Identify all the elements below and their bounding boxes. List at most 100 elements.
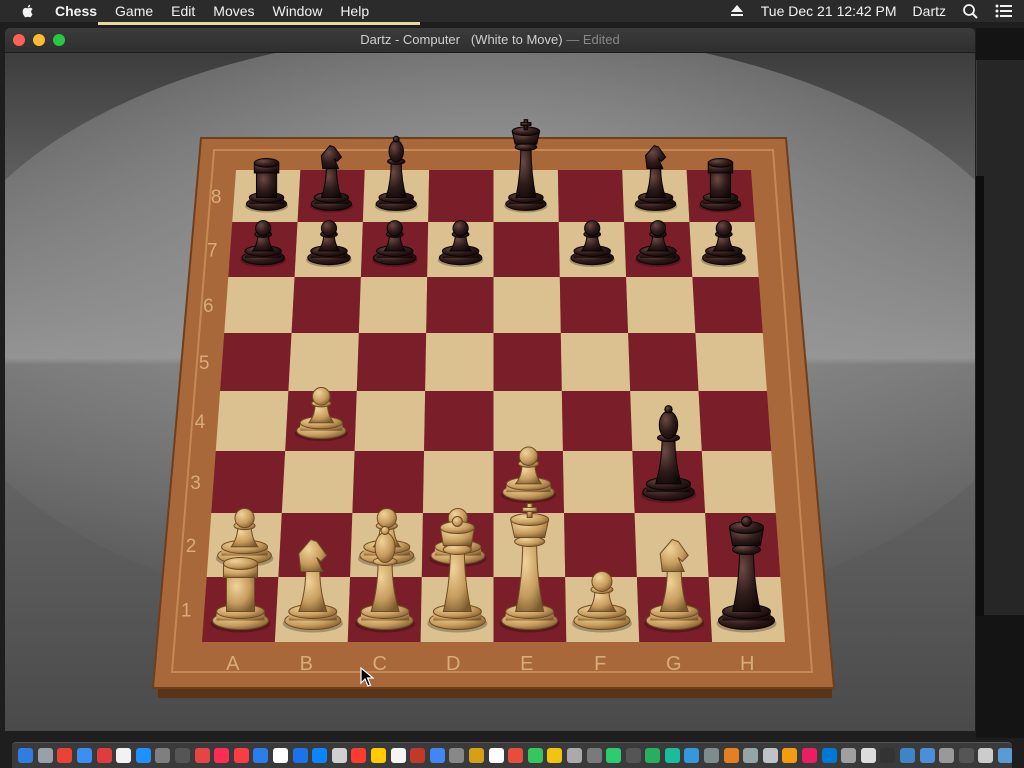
square-h4[interactable] — [698, 391, 772, 451]
dock-app-icon[interactable] — [116, 748, 132, 763]
square-c3[interactable] — [352, 451, 425, 513]
menu-moves[interactable]: Moves — [204, 0, 263, 22]
dock-app-icon[interactable] — [37, 748, 53, 763]
square-e7[interactable] — [493, 222, 560, 277]
dock-app-icon[interactable] — [860, 748, 876, 763]
apple-icon[interactable] — [20, 3, 36, 19]
search-icon[interactable] — [962, 3, 980, 19]
dock-app-icon[interactable] — [762, 748, 778, 763]
dock-app-icon[interactable] — [273, 748, 289, 763]
dock-app-icon[interactable] — [175, 748, 191, 763]
dock-app-icon[interactable] — [508, 748, 524, 763]
rank-label: 6 — [203, 296, 214, 317]
clock-date[interactable]: Tue Dec 21 — [753, 0, 837, 22]
square-a6[interactable] — [224, 277, 295, 333]
menu-edit[interactable]: Edit — [162, 0, 204, 22]
square-d4[interactable] — [424, 391, 494, 451]
notification-center-icon[interactable] — [994, 3, 1014, 19]
dock-app-icon[interactable] — [57, 748, 73, 763]
square-f5[interactable] — [560, 333, 631, 391]
menu-highlight-strip — [98, 22, 420, 25]
square-d6[interactable] — [426, 277, 494, 333]
square-b3[interactable] — [281, 451, 355, 513]
dock-app-icon[interactable] — [802, 748, 818, 763]
dock-app-icon[interactable] — [919, 748, 935, 763]
square-f4[interactable] — [561, 391, 633, 451]
square-h3[interactable] — [701, 451, 776, 513]
dock-app-icon[interactable] — [723, 748, 739, 763]
dock-app-icon[interactable] — [625, 748, 641, 763]
dock-app-icon[interactable] — [566, 748, 582, 763]
dock-app-icon[interactable] — [939, 748, 955, 763]
mouse-cursor-icon — [360, 667, 374, 687]
dock-app-icon[interactable] — [292, 748, 308, 763]
dock-app-icon[interactable] — [958, 748, 974, 763]
square-g5[interactable] — [628, 333, 699, 391]
dock-app-icon[interactable] — [645, 748, 661, 763]
menu-help[interactable]: Help — [331, 0, 378, 22]
square-f8[interactable] — [557, 170, 625, 222]
dock-app-icon[interactable] — [743, 748, 759, 763]
dock-app-icon[interactable] — [664, 748, 680, 763]
dock-app-icon[interactable] — [782, 748, 798, 763]
dock-app-icon[interactable] — [488, 748, 504, 763]
dock-app-icon[interactable] — [978, 748, 994, 763]
square-c6[interactable] — [358, 277, 428, 333]
dock-app-icon[interactable] — [351, 748, 367, 763]
dock-app-icon[interactable] — [468, 748, 484, 763]
square-f6[interactable] — [559, 277, 629, 333]
dock-app-icon[interactable] — [547, 748, 563, 763]
dock-app-icon[interactable] — [135, 748, 151, 763]
square-a5[interactable] — [220, 333, 292, 391]
dock-app-icon[interactable] — [410, 748, 426, 763]
dock-app-icon[interactable] — [684, 748, 700, 763]
dock-app-icon[interactable] — [194, 748, 210, 763]
square-b6[interactable] — [291, 277, 361, 333]
dock-app-icon[interactable] — [331, 748, 347, 763]
dock-app-icon[interactable] — [900, 748, 916, 763]
dock-app-icon[interactable] — [96, 748, 112, 763]
square-h6[interactable] — [692, 277, 763, 333]
square-d3[interactable] — [422, 451, 494, 513]
dock-app-icon[interactable] — [880, 748, 896, 763]
user-name[interactable]: Dartz — [905, 0, 954, 22]
square-e5[interactable] — [493, 333, 562, 391]
square-d5[interactable] — [425, 333, 494, 391]
dock-app-icon[interactable] — [841, 748, 857, 763]
menu-window[interactable]: Window — [264, 0, 332, 22]
square-a3[interactable] — [211, 451, 286, 513]
square-d8[interactable] — [428, 170, 494, 222]
dock-app-icon[interactable] — [253, 748, 269, 763]
dock-app-icon[interactable] — [527, 748, 543, 763]
square-c5[interactable] — [356, 333, 427, 391]
square-b5[interactable] — [288, 333, 359, 391]
square-f2[interactable] — [564, 513, 637, 577]
menu-game[interactable]: Game — [106, 0, 162, 22]
square-h5[interactable] — [695, 333, 767, 391]
title-bar[interactable]: Dartz - Computer (White to Move) — Edite… — [5, 28, 975, 53]
square-g6[interactable] — [626, 277, 696, 333]
dock-app-icon[interactable] — [997, 748, 1012, 763]
dock-app-icon[interactable] — [214, 748, 230, 763]
dock-app-icon[interactable] — [370, 748, 386, 763]
dock-app-icon[interactable] — [233, 748, 249, 763]
square-c4[interactable] — [354, 391, 426, 451]
menu-chess[interactable]: Chess — [46, 0, 106, 22]
dock-app-icon[interactable] — [429, 748, 445, 763]
dock-app-icon[interactable] — [390, 748, 406, 763]
dock-app-icon[interactable] — [821, 748, 837, 763]
dock-app-icon[interactable] — [704, 748, 720, 763]
clock-time[interactable]: 12:42 PM — [837, 0, 905, 22]
square-e6[interactable] — [493, 277, 561, 333]
square-e4[interactable] — [493, 391, 563, 451]
dock-app-icon[interactable] — [606, 748, 622, 763]
dock-app-icon[interactable] — [449, 748, 465, 763]
dock-app-icon[interactable] — [586, 748, 602, 763]
square-f3[interactable] — [562, 451, 635, 513]
eject-icon[interactable] — [729, 4, 745, 18]
dock-app-icon[interactable] — [312, 748, 328, 763]
dock-app-icon[interactable] — [155, 748, 171, 763]
dock-app-icon[interactable] — [77, 748, 93, 763]
dock-app-icon[interactable] — [18, 748, 34, 763]
square-a4[interactable] — [215, 391, 289, 451]
